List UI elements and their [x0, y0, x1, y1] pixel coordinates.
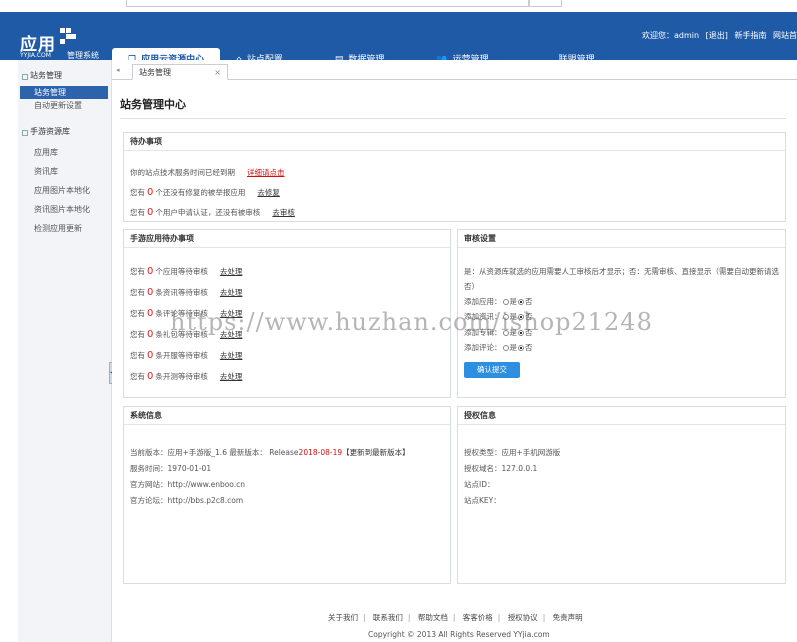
- tab-station-manage[interactable]: 站务管理 ×: [132, 64, 228, 80]
- sidebar-item-station-manage[interactable]: 站务管理: [20, 86, 108, 99]
- submit-button[interactable]: 确认提交: [464, 362, 520, 378]
- page-title: 站务管理中心: [120, 98, 186, 111]
- details-link[interactable]: 详细请点击: [247, 168, 285, 177]
- mobile-todo-panel: 手游应用待办事项 您有 0 个应用等待审核 去处理 您有 0 条资讯等待审核 去处理 您有 0…: [123, 229, 451, 398]
- radio-yes[interactable]: [502, 299, 509, 305]
- todo-row-report: 您有 0 个还没有修复的被举报应用 去修复: [130, 187, 280, 198]
- sidebar-item-check-update[interactable]: 检测应用更新: [20, 222, 108, 235]
- radio-no[interactable]: [518, 314, 524, 320]
- fix-link[interactable]: 去修复: [257, 188, 280, 197]
- sidebar-item-news-lib[interactable]: 资讯库: [20, 165, 108, 178]
- review-title: 审核设置: [458, 230, 785, 248]
- list-item: 您有 0 条评论等待审核 去处理: [130, 308, 243, 319]
- license-type: 授权类型：应用+手机网游版: [464, 448, 561, 457]
- review-panel: 审核设置 是：从资源库就选的应用需要人工审核后才显示；否：无需审核、直接显示（需…: [457, 229, 786, 398]
- review-desc: 是：从资源库就选的应用需要人工审核后才显示；否：无需审核、直接显示（需要自动更新…: [464, 267, 779, 276]
- page-tabs: ◂ 站务管理 ×: [112, 64, 797, 80]
- left-margin: [0, 60, 18, 642]
- license-site-id: 站点ID：: [464, 480, 495, 489]
- sidebar-group-resource[interactable]: 手游资源库: [18, 122, 111, 142]
- footer-links: 关于我们 | 联系我们 | 帮助文档 | 客客价格 | 授权协议 | 免责声明: [328, 613, 583, 622]
- user-bar: 欢迎您：admin [退出] 新手指南 网站首: [638, 30, 797, 41]
- todo-panel: 待办事项 你的站点技术服务时间已经到期 详细请点击 您有 0 个还没有修复的被举报应用…: [123, 132, 786, 222]
- list-item: 您有 0 条开测等待审核 去处理: [130, 371, 243, 382]
- review-row-app: 添加应用：是否: [464, 297, 533, 306]
- list-item: 您有 0 个应用等待审核 去处理: [130, 266, 243, 277]
- review-row-news: 添加资讯：是否: [464, 312, 533, 321]
- logo-squares-icon: [60, 28, 76, 44]
- address-box: [126, 0, 530, 7]
- main-content: ◂ 站务管理 × 站务管理中心 待办事项 你的站点技术服务时间已经到期 详细请点击…: [112, 60, 797, 642]
- process-link[interactable]: 去处理: [220, 309, 243, 318]
- top-header: 应用 YYJIA.COM 管理系统 ❐应用云资源中心 ⌂站点配置 ▤数据管理 👥…: [0, 12, 797, 72]
- review-row-comment: 添加评论：是否: [464, 343, 533, 352]
- list-item: 您有 0 条资讯等待审核 去处理: [130, 287, 243, 298]
- radio-no[interactable]: [518, 299, 524, 305]
- title-divider: [120, 118, 786, 119]
- process-link[interactable]: 去处理: [220, 330, 243, 339]
- footer-link-license[interactable]: 授权协议: [508, 613, 538, 622]
- address-box-end: [528, 0, 562, 7]
- review-link[interactable]: 去审核: [272, 208, 295, 217]
- license-title: 授权信息: [458, 407, 785, 425]
- todo-row-auth: 您有 0 个用户申请认证，还没有被审核 去审核: [130, 207, 295, 218]
- close-icon[interactable]: ×: [214, 65, 221, 80]
- sidebar-item-auto-update[interactable]: 自动更新设置: [20, 99, 108, 112]
- radio-yes[interactable]: [502, 345, 509, 351]
- mobile-todo-title: 手游应用待办事项: [124, 230, 450, 248]
- site-home-link[interactable]: 网站首: [773, 31, 797, 40]
- logo: 应用 YYJIA.COM 管理系统: [20, 28, 99, 60]
- review-row-album: 添加专辑：是否: [464, 328, 533, 337]
- footer-link-about[interactable]: 关于我们: [328, 613, 358, 622]
- sidebar-item-app-image-local[interactable]: 应用图片本地化: [20, 184, 108, 197]
- process-link[interactable]: 去处理: [220, 267, 243, 276]
- process-link[interactable]: 去处理: [220, 288, 243, 297]
- guide-link[interactable]: 新手指南: [734, 31, 766, 40]
- official-forum: 官方论坛：http://bbs.p2c8.com: [130, 496, 244, 505]
- official-site: 官方网站：http://www.enboo.cn: [130, 480, 246, 489]
- radio-no[interactable]: [518, 345, 524, 351]
- update-link[interactable]: 【更新到最新版本】: [342, 448, 410, 457]
- system-info-panel: 系统信息 当前版本：应用+手游版_1.6 最新版本： Release2018-0…: [123, 406, 451, 584]
- footer-link-help[interactable]: 帮助文档: [418, 613, 448, 622]
- license-panel: 授权信息 授权类型：应用+手机网游版 授权域名：127.0.0.1 站点ID： …: [457, 406, 786, 584]
- radio-yes[interactable]: [502, 314, 509, 320]
- logo-sub: YYJIA.COM: [20, 52, 51, 59]
- browser-top-strip: [0, 0, 797, 12]
- footer-link-contact[interactable]: 联系我们: [373, 613, 403, 622]
- welcome-text: 欢迎您：admin: [642, 31, 700, 40]
- review-desc-2: 否）: [464, 282, 479, 291]
- version-row: 当前版本：应用+手游版_1.6 最新版本： Release2018-08-19【…: [130, 448, 410, 457]
- license-domain: 授权域名：127.0.0.1: [464, 464, 538, 473]
- license-site-key: 站点KEY：: [464, 496, 501, 505]
- process-link[interactable]: 去处理: [220, 351, 243, 360]
- logout-link[interactable]: [退出]: [706, 31, 728, 40]
- todo-row-service: 你的站点技术服务时间已经到期 详细请点击: [130, 168, 285, 177]
- footer-link-price[interactable]: 客客价格: [463, 613, 493, 622]
- sidebar-group-station[interactable]: 站务管理: [18, 66, 111, 86]
- list-item: 您有 0 条开服等待审核 去处理: [130, 350, 243, 361]
- service-time: 服务时间：1970-01-01: [130, 464, 212, 473]
- system-info-title: 系统信息: [124, 407, 450, 425]
- radio-yes[interactable]: [502, 330, 509, 336]
- sidebar-item-news-image-local[interactable]: 资讯图片本地化: [20, 203, 108, 216]
- copyright: Copyright © 2013 All Rights Reserved YYj…: [368, 630, 550, 639]
- footer-link-disclaimer[interactable]: 免责声明: [553, 613, 583, 622]
- radio-no[interactable]: [518, 330, 524, 336]
- process-link[interactable]: 去处理: [220, 372, 243, 381]
- sidebar: 站务管理 站务管理 自动更新设置 手游资源库 应用库 资讯库 应用图片本地化 资…: [18, 60, 112, 642]
- todo-title: 待办事项: [124, 133, 785, 151]
- list-item: 您有 0 条礼包等待审核 去处理: [130, 329, 243, 340]
- tab-home-icon[interactable]: ◂: [116, 66, 126, 78]
- sidebar-item-app-lib[interactable]: 应用库: [20, 146, 108, 159]
